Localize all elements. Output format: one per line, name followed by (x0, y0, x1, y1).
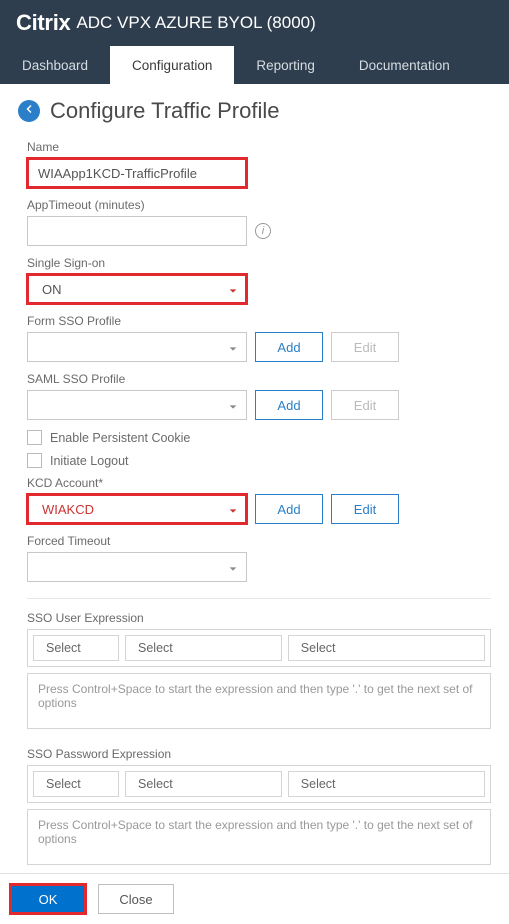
apptimeout-label: AppTimeout (minutes) (27, 198, 491, 212)
app-header: Citrix ADC VPX AZURE BYOL (8000) (0, 0, 509, 46)
sso-user-expr-builder: Select Select Select (27, 629, 491, 667)
forced-timeout-select[interactable] (27, 552, 247, 582)
sso-user-expr-select-1[interactable]: Select (33, 635, 119, 661)
formsso-select[interactable] (27, 332, 247, 362)
sso-pwd-expr-select-1[interactable]: Select (33, 771, 119, 797)
initiate-logout-label: Initiate Logout (50, 454, 129, 468)
chevron-down-icon (228, 284, 238, 294)
sso-user-expr-select-3[interactable]: Select (288, 635, 485, 661)
samlsso-select[interactable] (27, 390, 247, 420)
forced-timeout-label: Forced Timeout (27, 534, 491, 548)
content-area: Configure Traffic Profile Name AppTimeou… (0, 84, 509, 865)
sso-pwd-expr-builder: Select Select Select (27, 765, 491, 803)
tab-configuration[interactable]: Configuration (110, 46, 234, 84)
main-tabs: Dashboard Configuration Reporting Docume… (0, 46, 509, 84)
kcd-label: KCD Account* (27, 476, 491, 490)
chevron-down-icon (228, 342, 238, 352)
initiate-logout-checkbox[interactable] (27, 453, 42, 468)
brand-name: Citrix (16, 10, 70, 36)
name-input[interactable] (27, 158, 247, 188)
footer-bar: OK Close (0, 873, 509, 924)
tab-reporting[interactable]: Reporting (234, 46, 337, 84)
formsso-edit-button: Edit (331, 332, 399, 362)
sso-label: Single Sign-on (27, 256, 491, 270)
close-button[interactable]: Close (98, 884, 174, 914)
sso-user-expr-textarea[interactable]: Press Control+Space to start the express… (27, 673, 491, 729)
sso-pwd-expr-select-3[interactable]: Select (288, 771, 485, 797)
sso-pwd-expr-textarea[interactable]: Press Control+Space to start the express… (27, 809, 491, 865)
page-title: Configure Traffic Profile (50, 98, 279, 124)
ok-button[interactable]: OK (10, 884, 86, 914)
persistent-cookie-checkbox[interactable] (27, 430, 42, 445)
divider (27, 598, 491, 599)
name-label: Name (27, 140, 491, 154)
kcd-add-button[interactable]: Add (255, 494, 323, 524)
tab-dashboard[interactable]: Dashboard (0, 46, 110, 84)
samlsso-add-button[interactable]: Add (255, 390, 323, 420)
formsso-label: Form SSO Profile (27, 314, 491, 328)
sso-select[interactable]: ON (27, 274, 247, 304)
sso-user-expr-select-2[interactable]: Select (125, 635, 282, 661)
sso-value: ON (42, 282, 62, 297)
kcd-value: WIAKCD (42, 502, 94, 517)
sso-pwd-expr-select-2[interactable]: Select (125, 771, 282, 797)
chevron-down-icon (228, 504, 238, 514)
sso-pwd-expr-label: SSO Password Expression (27, 747, 491, 761)
persistent-cookie-label: Enable Persistent Cookie (50, 431, 190, 445)
formsso-add-button[interactable]: Add (255, 332, 323, 362)
product-name: ADC VPX AZURE BYOL (8000) (76, 13, 315, 33)
chevron-down-icon (228, 400, 238, 410)
arrow-left-icon (23, 102, 35, 120)
sso-user-expr-label: SSO User Expression (27, 611, 491, 625)
kcd-edit-button[interactable]: Edit (331, 494, 399, 524)
apptimeout-input[interactable] (27, 216, 247, 246)
chevron-down-icon (228, 562, 238, 572)
kcd-select[interactable]: WIAKCD (27, 494, 247, 524)
info-icon[interactable]: i (255, 223, 271, 239)
tab-documentation[interactable]: Documentation (337, 46, 472, 84)
samlsso-edit-button: Edit (331, 390, 399, 420)
back-button[interactable] (18, 100, 40, 122)
samlsso-label: SAML SSO Profile (27, 372, 491, 386)
